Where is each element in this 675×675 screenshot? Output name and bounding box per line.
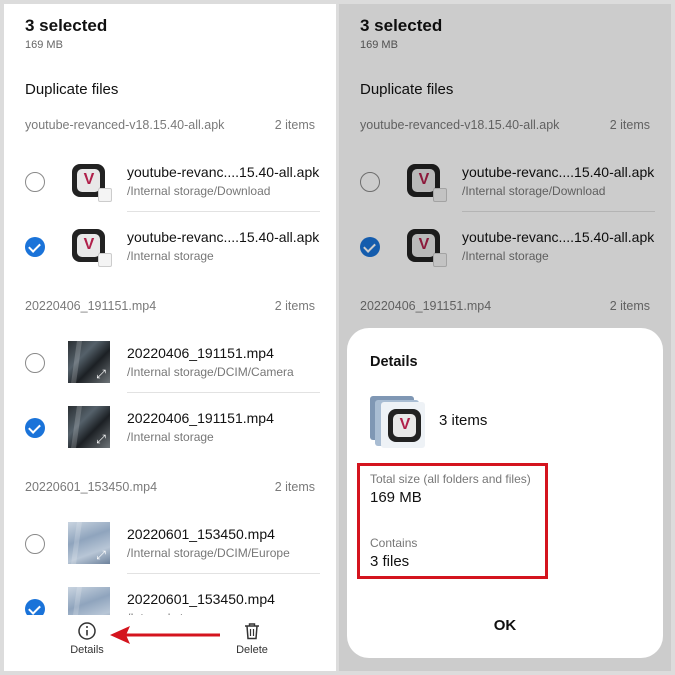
group-name: youtube-revanced-v18.15.40-all.apk	[25, 118, 225, 132]
file-name: 20220601_153450.mp4	[127, 591, 275, 607]
group-name: 20220601_153450.mp4	[25, 480, 158, 494]
file-list-screen: 3 selected 169 MB Duplicate files youtub…	[4, 4, 336, 671]
details-dialog: Details V 3 items Total size (all folder…	[347, 328, 663, 658]
row-divider	[127, 573, 320, 574]
details-screen: 3 selected 169 MB Duplicate files youtub…	[339, 4, 671, 671]
file-name: 20220406_191151.mp4	[127, 410, 274, 426]
select-checkbox[interactable]	[25, 353, 45, 373]
select-checkbox-checked[interactable]	[25, 237, 45, 257]
file-name: youtube-revanc....15.40-all.apk	[127, 164, 320, 180]
info-icon	[78, 622, 96, 640]
youtube-revanced-app-icon: V	[388, 409, 421, 442]
expand-icon: ⤢	[96, 432, 106, 446]
selection-title: 3 selected	[25, 16, 108, 35]
row-divider	[127, 392, 320, 393]
file-row[interactable]: V youtube-revanc....15.40-all.apk /Inter…	[4, 150, 336, 212]
delete-button[interactable]: Delete	[217, 621, 287, 667]
file-name: 20220406_191151.mp4	[127, 345, 274, 361]
apk-thumbnail: V	[68, 160, 112, 202]
file-row[interactable]: ⤢ 20220601_153450.mp4 /Internal storage/…	[4, 512, 336, 574]
red-arrow-annotation	[110, 626, 220, 644]
file-row[interactable]: V youtube-revanc....15.40-all.apk /Inter…	[4, 215, 336, 277]
video-thumbnail: ⤢	[68, 522, 110, 564]
apk-badge-icon	[98, 253, 112, 267]
group-header: youtube-revanced-v18.15.40-all.apk 2 ite…	[25, 118, 317, 138]
ok-button[interactable]: OK	[465, 611, 545, 641]
select-checkbox[interactable]	[25, 534, 45, 554]
expand-icon: ⤢	[96, 548, 106, 562]
group-header: 20220406_191151.mp4 2 items	[25, 299, 317, 319]
row-divider	[127, 211, 320, 212]
apk-thumbnail: V	[68, 225, 112, 267]
select-checkbox[interactable]	[25, 172, 45, 192]
file-row[interactable]: ⤢ 20220406_191151.mp4 /Internal storage/…	[4, 331, 336, 393]
group-count: 2 items	[274, 118, 315, 132]
file-path: /Internal storage/Download	[127, 184, 271, 198]
file-name: 20220601_153450.mp4	[127, 526, 275, 542]
file-path: /Internal storage/DCIM/Camera	[127, 365, 294, 379]
file-path: /Internal storage	[127, 249, 214, 263]
red-highlight-box	[357, 463, 548, 579]
apk-badge-icon	[98, 188, 112, 202]
dialog-title: Details	[370, 354, 418, 370]
delete-label: Delete	[236, 644, 268, 656]
file-name: youtube-revanc....15.40-all.apk	[127, 229, 320, 245]
file-path: /Internal storage	[127, 430, 214, 444]
stacked-files-icon: V	[370, 390, 426, 448]
group-count: 2 items	[274, 480, 315, 494]
selection-size: 169 MB	[25, 39, 63, 51]
section-title: Duplicate files	[25, 81, 119, 98]
video-thumbnail: ⤢	[68, 406, 110, 448]
items-count: 3 items	[439, 412, 488, 429]
trash-icon	[245, 623, 259, 640]
group-name: 20220406_191151.mp4	[25, 299, 157, 313]
file-row[interactable]: ⤢ 20220406_191151.mp4 /Internal storage	[4, 396, 336, 458]
group-count: 2 items	[274, 299, 315, 313]
group-header: 20220601_153450.mp4 2 items	[25, 480, 317, 500]
expand-icon: ⤢	[96, 367, 106, 381]
select-checkbox-checked[interactable]	[25, 418, 45, 438]
file-path: /Internal storage/DCIM/Europe	[127, 546, 290, 560]
video-thumbnail: ⤢	[68, 341, 110, 383]
